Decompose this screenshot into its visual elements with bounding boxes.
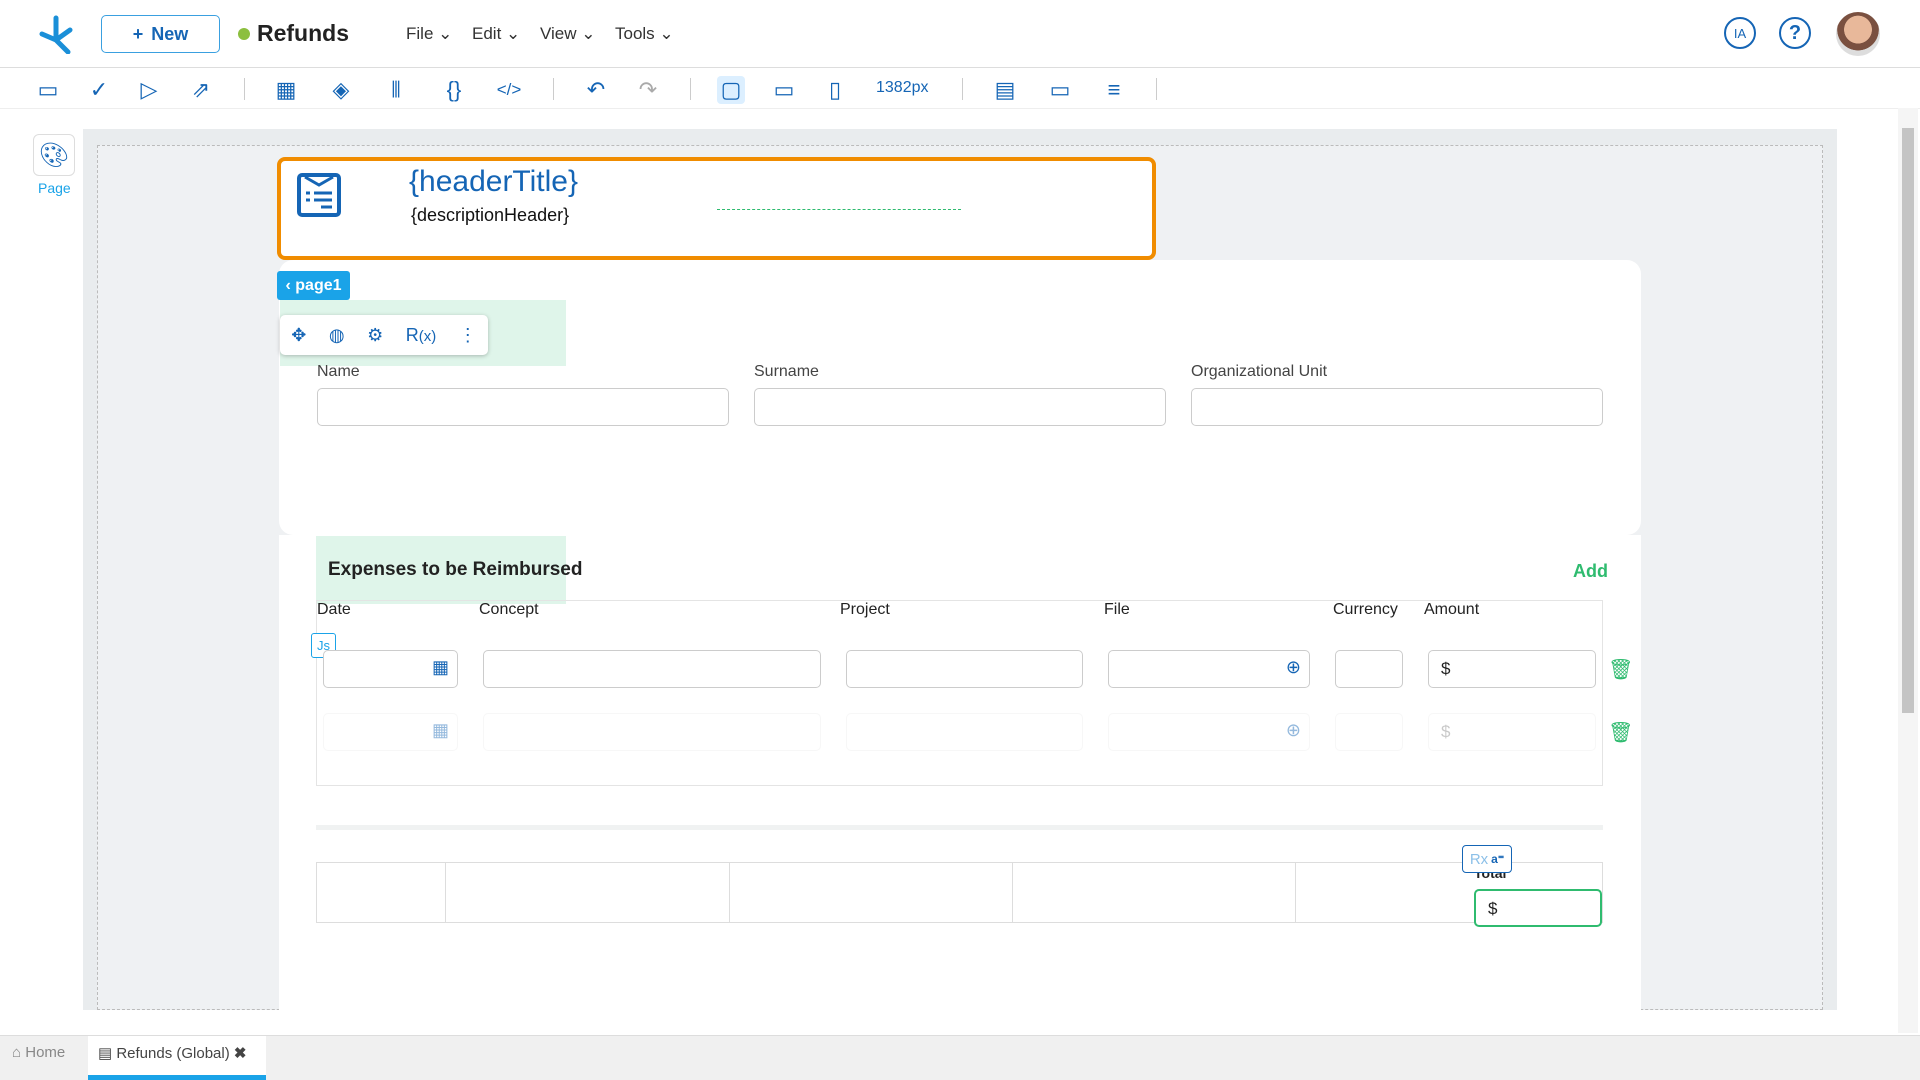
concept-input[interactable] — [483, 650, 821, 688]
mobile-icon[interactable]: ▯ — [821, 76, 849, 104]
tablet-icon[interactable]: ▭ — [770, 76, 798, 104]
col-currency: Currency — [1333, 601, 1398, 618]
ai-assistant-button[interactable]: IA — [1724, 17, 1756, 49]
palette-icon[interactable]: 🎨︎ — [33, 134, 75, 176]
delete-icon[interactable]: 🗑︎ — [1608, 720, 1633, 745]
file-input[interactable]: ⊕ — [1108, 650, 1310, 688]
scrollbar[interactable] — [1898, 108, 1918, 1033]
new-button[interactable]: + New — [101, 15, 220, 53]
tab-home[interactable]: ⌂ Home — [12, 1044, 65, 1061]
rx-badge[interactable]: Rx a⁼ — [1462, 845, 1512, 873]
amount-input[interactable]: $ — [1428, 713, 1596, 751]
menu-view[interactable]: View ⌄ — [540, 24, 596, 44]
data-icon[interactable]: ⫴ — [382, 76, 410, 104]
col-amount: Amount — [1424, 601, 1480, 618]
org-unit-label: Organizational Unit — [1191, 363, 1328, 380]
app-logo-icon[interactable] — [36, 14, 78, 54]
date-input[interactable]: ▦ — [323, 650, 458, 688]
expenses-title: Expenses to be Reimbursed — [328, 559, 583, 580]
upload-icon: ⊕ — [1285, 720, 1301, 740]
layers-icon[interactable]: ◈ — [327, 76, 355, 104]
formula-icon: a⁼ — [1491, 852, 1505, 866]
redo-icon[interactable]: ↷ — [634, 76, 662, 104]
header-block[interactable]: {headerTitle} {descriptionHeader} — [277, 157, 1156, 260]
amount-input[interactable]: $ — [1428, 650, 1596, 688]
surname-label: Surname — [754, 363, 819, 380]
upload-icon: ⊕ — [1285, 657, 1301, 677]
close-icon[interactable]: ✖ — [234, 1045, 247, 1062]
surname-input[interactable] — [754, 388, 1166, 426]
app-title: Refunds — [257, 20, 349, 46]
col-date: Date — [317, 601, 351, 618]
element-toolbar: ✥ ◍ ⚙ R(x) ⋮ — [280, 315, 488, 355]
name-input[interactable] — [317, 388, 729, 426]
delete-icon[interactable]: 🗑︎ — [1608, 657, 1633, 682]
frame-icon[interactable]: ▭ — [1046, 76, 1074, 104]
project-input[interactable] — [846, 650, 1083, 688]
menu-tools[interactable]: Tools ⌄ — [615, 24, 674, 44]
header-description: {descriptionHeader} — [411, 205, 570, 225]
calendar-icon: ▦ — [431, 657, 449, 677]
bottom-tabs — [0, 1035, 1920, 1080]
col-project: Project — [840, 601, 890, 618]
menu-file[interactable]: File ⌄ — [406, 24, 452, 44]
page-label: Page — [38, 180, 71, 196]
form-icon — [297, 173, 341, 217]
name-label: Name — [317, 363, 360, 380]
align-icon[interactable]: ≡ — [1100, 76, 1128, 104]
header-title: {headerTitle} — [409, 165, 579, 198]
avatar[interactable] — [1836, 12, 1880, 56]
help-icon[interactable]: ? — [1779, 17, 1811, 49]
desktop-icon[interactable]: ▢ — [717, 76, 745, 104]
col-concept: Concept — [479, 601, 539, 618]
tab-refunds[interactable]: ▤ Refunds (Global) ✖ — [88, 1036, 266, 1080]
width-readout[interactable]: 1382px — [876, 79, 929, 97]
col-file: File — [1104, 601, 1130, 618]
page-tag[interactable]: ‹ page1 — [277, 271, 350, 300]
export-icon[interactable]: ⇗ — [187, 76, 215, 104]
more-icon[interactable]: ⋮ — [459, 325, 477, 346]
plus-icon: + — [132, 23, 144, 44]
layout-icon[interactable]: ▤ — [991, 76, 1019, 104]
move-icon[interactable]: ✥ — [291, 325, 306, 346]
style-icon[interactable]: ◍ — [329, 325, 345, 346]
play-icon[interactable]: ▷ — [135, 76, 163, 104]
status-dot — [238, 28, 250, 40]
concept-input[interactable] — [483, 713, 821, 751]
undo-icon[interactable]: ↶ — [582, 76, 610, 104]
settings-icon[interactable]: ⚙ — [367, 325, 383, 346]
components-icon[interactable]: ▦ — [272, 76, 300, 104]
calendar-icon: ▦ — [431, 720, 449, 740]
rules-icon[interactable]: R(x) — [406, 325, 437, 346]
currency-input[interactable] — [1335, 713, 1403, 751]
date-input[interactable]: ▦ — [323, 713, 458, 751]
total-input[interactable]: $ — [1474, 889, 1602, 927]
add-button[interactable]: Add — [1573, 561, 1608, 582]
check-icon[interactable]: ✓ — [85, 76, 113, 104]
org-unit-input[interactable] — [1191, 388, 1603, 426]
file-input[interactable]: ⊕ — [1108, 713, 1310, 751]
menu-edit[interactable]: Edit ⌄ — [472, 24, 520, 44]
currency-input[interactable] — [1335, 650, 1403, 688]
save-icon[interactable]: ▭ — [34, 76, 62, 104]
code-icon[interactable]: </> — [495, 76, 523, 104]
braces-icon[interactable]: {} — [440, 76, 468, 104]
project-input[interactable] — [846, 713, 1083, 751]
